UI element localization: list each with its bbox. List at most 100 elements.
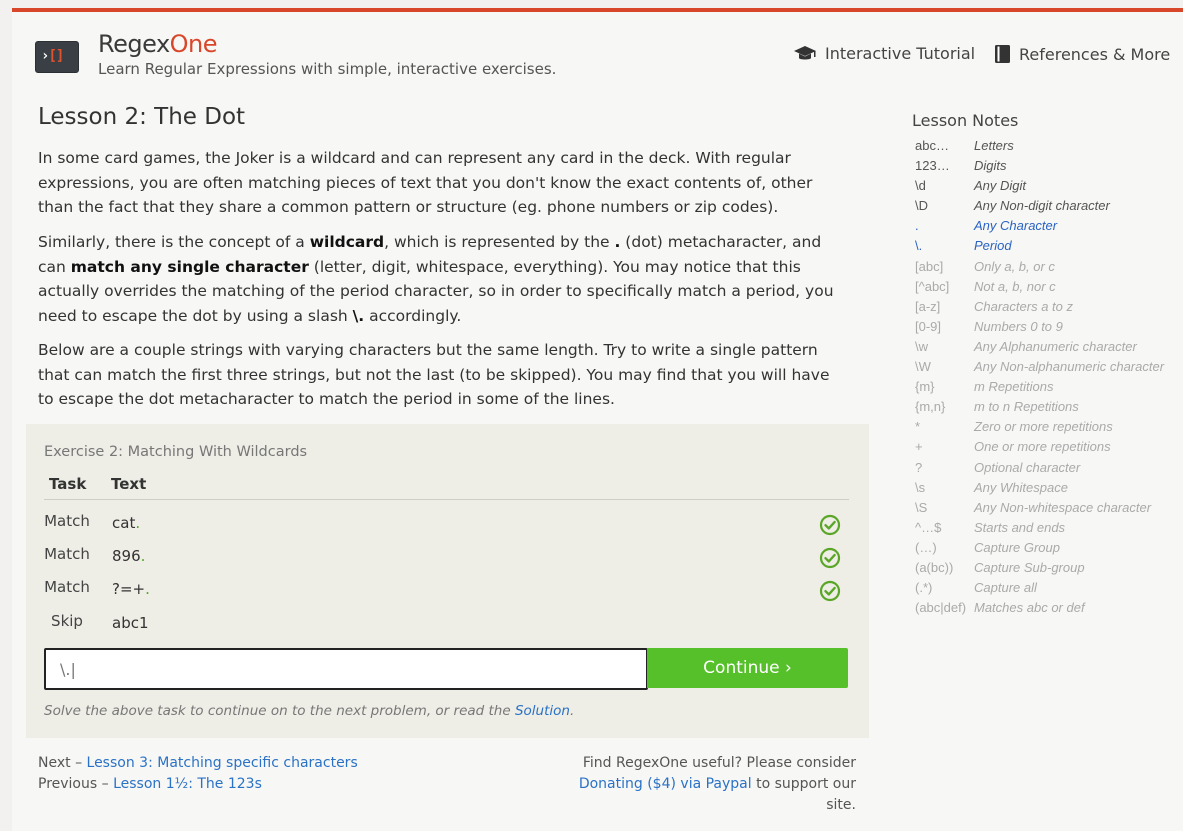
note-pattern: * [915, 419, 921, 435]
regex-input[interactable] [44, 648, 648, 690]
note-pattern: [^abc] [915, 278, 950, 294]
continue-button[interactable]: Continue › [647, 648, 848, 688]
note-pattern: [a-z] [915, 298, 941, 314]
lesson-note-item[interactable]: {m,n} m to n Repetitions [915, 397, 1183, 417]
lesson-note-item[interactable]: [a-z] Characters a to z [915, 297, 1183, 317]
column-header-task: Task [49, 475, 87, 493]
note-pattern: ^…$ [915, 519, 942, 535]
lesson-paragraph-1: In some card games, the Joker is a wildc… [38, 149, 813, 216]
previous-lesson-link[interactable]: Lesson 1½: The 123s [113, 776, 262, 792]
note-pattern: ? [915, 459, 923, 475]
note-description: Numbers 0 to 9 [974, 318, 1063, 334]
note-pattern: 123… [915, 158, 950, 174]
donate-link[interactable]: Donating ($4) via Paypal [579, 776, 752, 792]
lesson-paragraph-3: Below are a couple strings with varying … [38, 341, 830, 408]
task-text: abc1 [112, 614, 149, 632]
lesson-navigation: Next – Lesson 3: Matching specific chara… [38, 755, 358, 792]
brand-name[interactable]: RegexOne [98, 30, 218, 58]
note-pattern: \S [915, 499, 928, 515]
note-pattern: . [915, 218, 919, 234]
note-pattern: \s [915, 479, 926, 495]
task-text: 896. [112, 547, 146, 565]
nav-label: References & More [1019, 44, 1171, 64]
logo-brackets: [] [48, 48, 64, 64]
note-pattern: {m,n} [915, 399, 946, 415]
note-description: Any Character [974, 218, 1058, 234]
note-description: Optional character [974, 459, 1081, 475]
note-description: One or more repetitions [974, 439, 1111, 455]
note-description: Any Non-digit character [974, 198, 1110, 214]
note-description: Capture Group [974, 539, 1060, 555]
term-any-char: match any single character [70, 257, 309, 276]
next-lesson-link[interactable]: Lesson 3: Matching specific characters [87, 755, 358, 771]
nav-interactive-tutorial[interactable]: Interactive Tutorial [793, 44, 975, 63]
note-pattern: \d [915, 178, 926, 194]
lesson-title: Lesson 2: The Dot [38, 104, 246, 130]
note-description: Any Whitespace [974, 479, 1068, 495]
table-row: Match 896. [44, 545, 849, 573]
lesson-note-item[interactable]: \D Any Non-digit character [915, 196, 1183, 216]
note-description: Matches abc or def [974, 600, 1085, 616]
note-description: Letters [974, 138, 1014, 153]
note-pattern: {m} [915, 379, 935, 395]
lesson-note-item[interactable]: \W Any Non-alphanumeric character [915, 357, 1183, 377]
tagline: Learn Regular Expressions with simple, i… [98, 60, 557, 78]
note-pattern: (.*) [915, 580, 933, 596]
task-text: ?=+. [112, 580, 150, 598]
lesson-note-item[interactable]: (abc|def) Matches abc or def [915, 598, 1183, 618]
exercise-panel: Exercise 2: Matching With Wildcards Task… [26, 424, 869, 738]
check-circle-icon [819, 580, 841, 606]
lesson-note-item[interactable]: + One or more repetitions [915, 437, 1183, 457]
nav-label: Interactive Tutorial [825, 44, 976, 63]
lesson-note-item[interactable]: \. Period [915, 236, 1183, 256]
solution-link[interactable]: Solution [515, 703, 570, 719]
task-text: cat. [112, 514, 141, 532]
note-description: Capture Sub-group [974, 559, 1085, 575]
nav-references[interactable]: References & More [994, 44, 1170, 64]
check-circle-icon [819, 547, 841, 573]
logo-icon[interactable]: ›[] [35, 41, 79, 73]
check-circle-icon [819, 514, 841, 540]
donation-note: Find RegexOne useful? Please consider Do… [578, 755, 856, 813]
lesson-note-item[interactable]: ^…$ Starts and ends [915, 518, 1183, 538]
lesson-note-item[interactable]: . Any Character [915, 216, 1183, 236]
lesson-note-item[interactable]: [0-9] Numbers 0 to 9 [915, 317, 1183, 337]
table-row: Skip abc1 [44, 612, 849, 640]
column-header-text: Text [111, 475, 147, 493]
note-description: m Repetitions [974, 379, 1054, 395]
lesson-note-item[interactable]: {m} m Repetitions [915, 377, 1183, 397]
note-pattern: (abc|def) [915, 600, 967, 616]
table-row: Match cat. [44, 512, 849, 540]
note-pattern: (…) [915, 539, 937, 555]
note-description: Digits [974, 158, 1007, 174]
lesson-note-item[interactable]: \w Any Alphanumeric character [915, 337, 1183, 357]
note-pattern: \w [915, 338, 928, 354]
note-pattern: \W [915, 359, 931, 375]
exercise-title: Exercise 2: Matching With Wildcards [44, 444, 308, 460]
lesson-note-item[interactable]: \s Any Whitespace [915, 478, 1183, 498]
lesson-note-item[interactable]: * Zero or more repetitions [915, 417, 1183, 437]
lesson-note-item[interactable]: (a(bc)) Capture Sub-group [915, 558, 1183, 578]
graduation-cap-icon [793, 45, 817, 63]
note-description: Characters a to z [974, 298, 1073, 314]
note-description: Starts and ends [974, 519, 1066, 535]
lesson-note-item[interactable]: [abc] Only a, b, or c [915, 257, 1183, 277]
lesson-note-item[interactable]: \S Any Non-whitespace character [915, 498, 1183, 518]
table-row: Match ?=+. [44, 578, 849, 606]
exercise-hint: Solve the above task to continue on to t… [44, 703, 575, 719]
lesson-note-item[interactable]: \d Any Digit [915, 176, 1183, 196]
lesson-note-item[interactable]: abc… Letters [915, 136, 1183, 156]
lesson-note-item[interactable]: 123… Digits [915, 156, 1183, 176]
lesson-note-item[interactable]: [^abc] Not a, b, nor c [915, 277, 1183, 297]
lesson-note-item[interactable]: ? Optional character [915, 458, 1183, 478]
lesson-note-item[interactable]: (…) Capture Group [915, 538, 1183, 558]
note-description: Any Non-alphanumeric character [974, 359, 1165, 375]
lesson-note-item[interactable]: (.*) Capture all [915, 578, 1183, 598]
task-label: Skip [51, 612, 83, 630]
note-description: Not a, b, nor c [974, 278, 1056, 294]
lesson-notes-title: Lesson Notes [912, 111, 1019, 130]
task-label: Match [44, 512, 90, 530]
note-pattern: + [915, 439, 923, 455]
term-wildcard: wildcard [309, 233, 385, 251]
note-pattern: \D [915, 198, 928, 214]
